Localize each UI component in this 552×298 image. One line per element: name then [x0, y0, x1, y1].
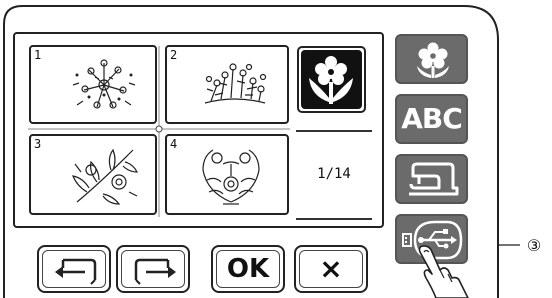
pattern-number: 1 [34, 48, 42, 62]
abc-label: ABC [401, 102, 463, 135]
embroidery-pattern-1-icon [72, 59, 136, 109]
cancel-label: × [319, 252, 343, 285]
pattern-number: 4 [170, 137, 178, 151]
pointing-finger-icon [418, 245, 469, 298]
embroidery-pattern-3-icon [72, 148, 138, 205]
sewing-mode-button[interactable] [395, 154, 468, 204]
floral-category-icon [417, 42, 449, 78]
abc-lettering-button[interactable]: ABC [395, 94, 468, 144]
ok-label: OK [226, 254, 270, 284]
cancel-button[interactable]: × [294, 245, 368, 293]
flower-category-icon [301, 50, 362, 109]
pattern-number: 3 [34, 137, 42, 151]
category-indicator [297, 46, 366, 113]
page-indicator: 1/14 [296, 130, 372, 220]
sewing-machine-icon [409, 162, 459, 196]
embroidery-pattern-4-icon [202, 149, 260, 205]
previous-page-icon [55, 258, 97, 285]
page-indicator-text: 1/14 [317, 166, 351, 182]
callout-number: ③ [526, 236, 542, 255]
next-page-icon [134, 258, 176, 285]
pattern-tile-2[interactable]: 2 [165, 45, 289, 124]
pattern-number: 2 [170, 48, 178, 62]
embroidery-pattern-2-icon [204, 63, 267, 104]
pattern-tile-3[interactable]: 3 [29, 134, 157, 215]
floral-category-button[interactable] [395, 34, 468, 84]
previous-page-button[interactable] [37, 245, 111, 293]
pattern-tile-1[interactable]: 1 [29, 45, 157, 124]
next-page-button[interactable] [116, 245, 190, 293]
ok-button[interactable]: OK [211, 245, 285, 293]
pattern-tile-4[interactable]: 4 [165, 134, 289, 215]
